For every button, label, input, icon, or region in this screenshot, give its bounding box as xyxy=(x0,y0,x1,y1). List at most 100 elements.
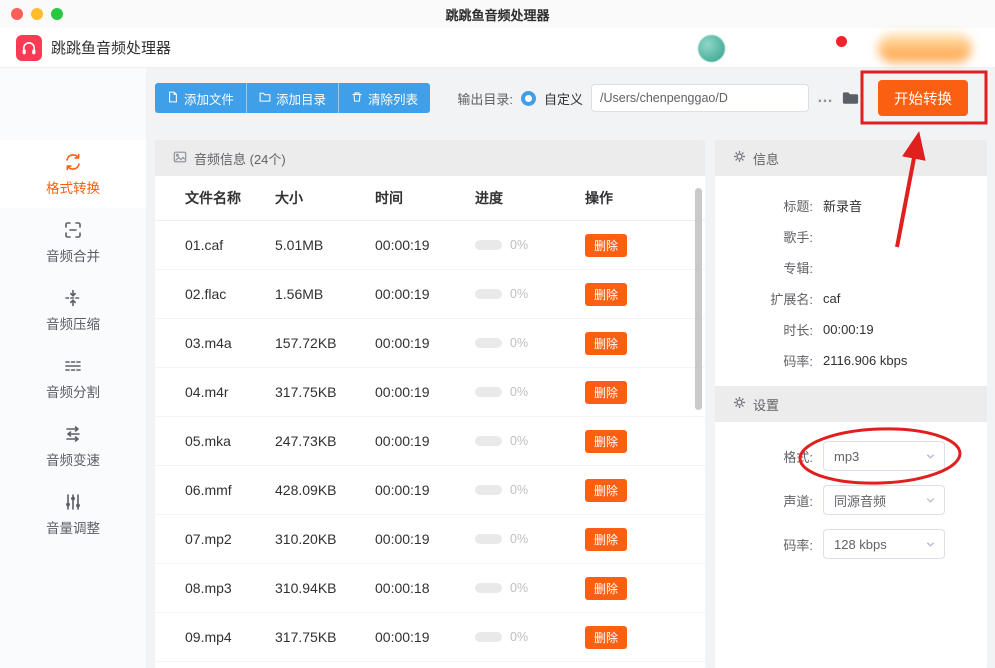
delete-button[interactable]: 删除 xyxy=(585,430,627,453)
sidebar-item-5[interactable]: 音频变速 xyxy=(0,412,146,480)
progress-cell: 0% xyxy=(475,336,585,350)
table-title: 音频信息 (24个) xyxy=(194,149,286,168)
more-options-button[interactable]: … xyxy=(817,93,833,103)
gear-icon xyxy=(733,150,746,166)
zoom-button[interactable] xyxy=(51,8,63,20)
delete-button[interactable]: 删除 xyxy=(585,528,627,551)
table-row[interactable]: 04.m4r 317.75KB 00:00:19 0% 删除 xyxy=(155,368,705,417)
right-panel: 信息 标题: 新录音 歌手: 专辑: 扩展名: caf 时长: 00:00:19… xyxy=(715,140,987,668)
file-size: 317.75KB xyxy=(275,629,375,645)
settings-header: 设置 xyxy=(715,386,987,422)
folder-icon xyxy=(259,91,271,106)
info-header: 信息 xyxy=(715,140,987,176)
progress-bar xyxy=(475,436,502,446)
file-name: 01.caf xyxy=(185,237,275,253)
progress-value: 0% xyxy=(510,238,528,252)
table-row[interactable]: 05.mka 247.73KB 00:00:19 0% 删除 xyxy=(155,417,705,466)
delete-button[interactable]: 删除 xyxy=(585,283,627,306)
column-header: 大小 xyxy=(275,188,375,208)
audio-info-icon xyxy=(173,150,187,167)
titlebar: 跳跳鱼音频处理器 xyxy=(0,0,995,29)
delete-button[interactable]: 删除 xyxy=(585,577,627,600)
toolbar: 添加文件 添加目录 清除列表 输出目录: 自定义 … xyxy=(155,80,860,116)
table-row[interactable]: 删除 xyxy=(155,662,705,668)
info-field: 标题: 新录音 xyxy=(729,190,973,221)
output-dir-label: 输出目录: xyxy=(457,89,513,108)
select-dropdown[interactable]: 128 kbps xyxy=(823,529,945,559)
clear-list-label: 清除列表 xyxy=(368,89,418,108)
table-row[interactable]: 01.caf 5.01MB 00:00:19 0% 删除 xyxy=(155,221,705,270)
progress-cell: 0% xyxy=(475,385,585,399)
add-file-button[interactable]: 添加文件 xyxy=(155,83,246,113)
start-convert-button[interactable]: 开始转换 xyxy=(878,80,968,116)
table-row[interactable]: 08.mp3 310.94KB 00:00:18 0% 删除 xyxy=(155,564,705,613)
file-name: 06.mmf xyxy=(185,482,275,498)
table-body: 01.caf 5.01MB 00:00:19 0% 删除 02.flac 1.5… xyxy=(155,221,705,668)
progress-bar xyxy=(475,387,502,397)
table-row[interactable]: 06.mmf 428.09KB 00:00:19 0% 删除 xyxy=(155,466,705,515)
info-title: 信息 xyxy=(753,149,779,168)
chevron-down-icon xyxy=(925,451,936,462)
headphones-logo-icon xyxy=(16,35,42,61)
file-size: 317.75KB xyxy=(275,384,375,400)
progress-bar xyxy=(475,632,502,642)
file-size: 1.56MB xyxy=(275,286,375,302)
app-header: 跳跳鱼音频处理器 xyxy=(0,28,995,68)
file-duration: 00:00:18 xyxy=(375,580,475,596)
info-field: 时长: 00:00:19 xyxy=(729,314,973,345)
close-button[interactable] xyxy=(11,8,23,20)
volume-icon xyxy=(63,492,83,512)
sidebar-item-1[interactable]: 格式转换 xyxy=(0,140,146,208)
info-list: 标题: 新录音 歌手: 专辑: 扩展名: caf 时长: 00:00:19 码率… xyxy=(715,176,987,386)
select-dropdown[interactable]: 同源音频 xyxy=(823,485,945,515)
sidebar-item-4[interactable]: 音频分割 xyxy=(0,344,146,412)
clear-list-button[interactable]: 清除列表 xyxy=(338,83,430,113)
column-header: 文件名称 xyxy=(185,188,275,208)
sidebar-item-2[interactable]: 音频合并 xyxy=(0,208,146,276)
setting-field: 声道: 同源音频 xyxy=(735,478,967,522)
file-size: 247.73KB xyxy=(275,433,375,449)
file-duration: 00:00:19 xyxy=(375,335,475,351)
chevron-down-icon xyxy=(925,495,936,506)
minimize-button[interactable] xyxy=(31,8,43,20)
info-field: 专辑: xyxy=(729,252,973,283)
setting-field: 码率: 128 kbps xyxy=(735,522,967,566)
add-directory-button[interactable]: 添加目录 xyxy=(246,83,338,113)
table-row[interactable]: 02.flac 1.56MB 00:00:19 0% 删除 xyxy=(155,270,705,319)
delete-button[interactable]: 删除 xyxy=(585,332,627,355)
scrollbar-thumb[interactable] xyxy=(695,188,702,410)
table-row[interactable]: 03.m4a 157.72KB 00:00:19 0% 删除 xyxy=(155,319,705,368)
progress-value: 0% xyxy=(510,483,528,497)
window-title: 跳跳鱼音频处理器 xyxy=(445,5,549,24)
sidebar-item-6[interactable]: 音量调整 xyxy=(0,480,146,548)
speed-icon xyxy=(63,424,83,444)
delete-button[interactable]: 删除 xyxy=(585,381,627,404)
progress-cell: 0% xyxy=(475,287,585,301)
table-columns: 文件名称大小时间进度操作 xyxy=(155,176,705,221)
custom-radio[interactable] xyxy=(521,91,536,106)
table-row[interactable]: 09.mp4 317.75KB 00:00:19 0% 删除 xyxy=(155,613,705,662)
delete-button[interactable]: 删除 xyxy=(585,479,627,502)
custom-radio-label: 自定义 xyxy=(544,89,583,108)
add-directory-label: 添加目录 xyxy=(276,89,326,108)
progress-value: 0% xyxy=(510,385,528,399)
add-file-label: 添加文件 xyxy=(184,89,234,108)
progress-value: 0% xyxy=(510,581,528,595)
progress-bar xyxy=(475,485,502,495)
vip-button-blurred[interactable] xyxy=(878,34,972,62)
sidebar-item-3[interactable]: 音频压缩 xyxy=(0,276,146,344)
delete-button[interactable]: 删除 xyxy=(585,234,627,257)
progress-cell: 0% xyxy=(475,434,585,448)
select-dropdown[interactable]: mp3 xyxy=(823,441,945,471)
split-icon xyxy=(63,356,83,376)
file-duration: 00:00:19 xyxy=(375,531,475,547)
table-card-header: 音频信息 (24个) xyxy=(155,140,705,176)
settings-title: 设置 xyxy=(753,395,779,414)
progress-bar xyxy=(475,583,502,593)
progress-cell: 0% xyxy=(475,581,585,595)
output-path-input[interactable] xyxy=(591,84,809,112)
avatar[interactable] xyxy=(698,35,725,62)
table-row[interactable]: 07.mp2 310.20KB 00:00:19 0% 删除 xyxy=(155,515,705,564)
folder-picker-icon[interactable] xyxy=(841,89,860,108)
delete-button[interactable]: 删除 xyxy=(585,626,627,649)
